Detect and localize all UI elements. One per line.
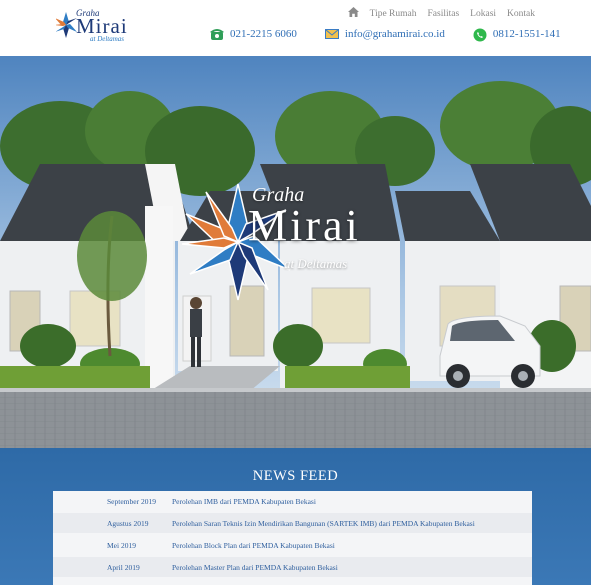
envelope-icon xyxy=(324,28,339,40)
contact-phone-text: 021-2215 6060 xyxy=(230,28,297,40)
news-item-text[interactable]: Perolehan Master Plan dari PEMDA Kabupat… xyxy=(172,563,338,572)
contact-whatsapp-text: 0812-1551-141 xyxy=(492,28,561,40)
flower-logo-icon xyxy=(56,12,77,38)
hero-banner: Graha Mirai at Deltamas xyxy=(0,56,591,448)
contact-email-text: info@grahamirai.co.id xyxy=(344,28,445,40)
nav-item-fasilitas[interactable]: Fasilitas xyxy=(428,9,460,19)
header: Graha Mirai at Deltamas Tipe Rumah Fasil… xyxy=(0,0,591,56)
phone-icon xyxy=(210,28,224,40)
top-nav: Tipe Rumah Fasilitas Lokasi Kontak xyxy=(347,7,535,20)
news-list: September 2019 Perolehan IMB dari PEMDA … xyxy=(53,491,532,585)
contact-bar: 021-2215 6060 info@grahamirai.co.id 0812… xyxy=(210,28,561,42)
site-logo[interactable]: Graha Mirai at Deltamas xyxy=(56,8,128,46)
contact-phone[interactable]: 021-2215 6060 xyxy=(210,28,297,40)
whatsapp-icon xyxy=(473,28,487,42)
home-icon[interactable] xyxy=(347,7,359,20)
news-item-date: Agustus 2019 xyxy=(107,519,149,528)
hero-logo: Graha Mirai at Deltamas xyxy=(186,184,406,294)
news-item-text[interactable]: Perolehan IMB dari PEMDA Kabupaten Bekas… xyxy=(172,497,316,506)
news-item-text[interactable]: Perolehan Saran Teknis Izin Mendirikan B… xyxy=(172,519,475,528)
nav-item-tipe-rumah[interactable]: Tipe Rumah xyxy=(370,9,417,19)
nav-item-lokasi[interactable]: Lokasi xyxy=(470,9,496,19)
nav-item-kontak[interactable]: Kontak xyxy=(507,9,535,19)
news-item[interactable]: Agustus 2019 Perolehan Saran Teknis Izin… xyxy=(53,513,532,533)
contact-email[interactable]: info@grahamirai.co.id xyxy=(324,28,445,40)
news-feed-section: NEWS FEED September 2019 Perolehan IMB d… xyxy=(0,448,591,585)
news-item[interactable]: April 2019 Perolehan Master Plan dari PE… xyxy=(53,557,532,577)
logo-at-deltamas: at Deltamas xyxy=(90,35,125,43)
news-item[interactable]: Mei 2019 Perolehan Block Plan dari PEMDA… xyxy=(53,535,532,555)
contact-whatsapp[interactable]: 0812-1551-141 xyxy=(473,28,561,42)
hero-logo-mirai: Mirai xyxy=(248,201,361,250)
hero-logo-at-deltamas: at Deltamas xyxy=(284,256,348,271)
news-feed-title: NEWS FEED xyxy=(252,468,339,484)
news-item[interactable]: September 2019 Perolehan IMB dari PEMDA … xyxy=(53,491,532,511)
news-item-date: September 2019 xyxy=(107,497,156,506)
news-item-text[interactable]: Perolehan Block Plan dari PEMDA Kabupate… xyxy=(172,541,335,550)
news-item-date: April 2019 xyxy=(107,563,140,572)
news-item-date: Mei 2019 xyxy=(107,541,136,550)
